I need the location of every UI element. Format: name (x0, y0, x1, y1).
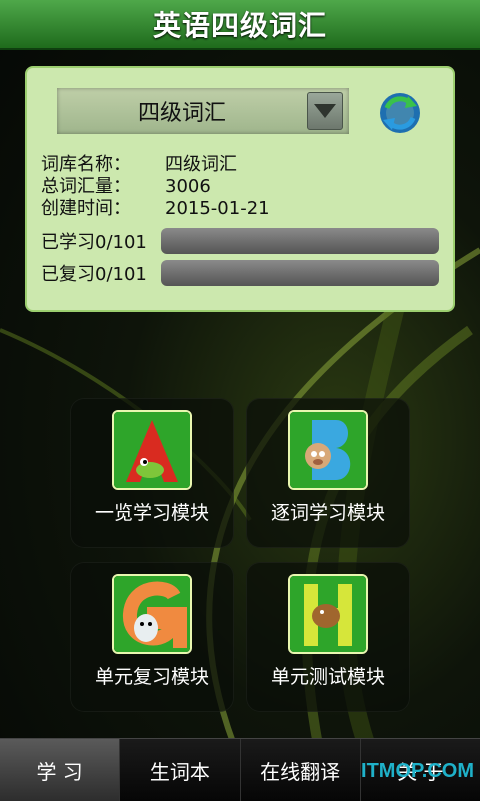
info-value: 2015-01-21 (165, 198, 270, 219)
module-unit-review[interactable]: 单元复习模块 (70, 562, 234, 712)
reviewed-progress-row: 已复习0/101 (41, 260, 439, 286)
title-bar: 英语四级词汇 (0, 0, 480, 50)
info-value: 四级词汇 (165, 154, 237, 175)
learned-label: 已学习0/101 (41, 232, 147, 253)
info-label: 总词汇量： (41, 176, 131, 197)
module-label: 一览学习模块 (94, 502, 209, 524)
letter-a-crocodile-icon (112, 410, 192, 490)
tab-vocab-book[interactable]: 生词本 (119, 739, 240, 801)
module-label: 逐词学习模块 (270, 502, 385, 524)
module-unit-test[interactable]: 单元测试模块 (246, 562, 410, 712)
reviewed-label: 已复习0/101 (41, 264, 147, 285)
letter-b-bear-icon (288, 410, 368, 490)
module-word-study[interactable]: 逐词学习模块 (246, 398, 410, 548)
reviewed-progress-bar (161, 260, 439, 286)
wordbook-details: 词库名称： 四级词汇 总词汇量： 3006 创建时间： 2015-01-21 (41, 154, 270, 220)
learned-progress-row: 已学习0/101 (41, 228, 439, 254)
info-value: 3006 (165, 176, 211, 197)
info-row-created: 创建时间： 2015-01-21 (41, 198, 270, 220)
watermark-text: ITMOP.COM (361, 760, 474, 782)
learned-progress-bar (161, 228, 439, 254)
refresh-icon[interactable] (375, 88, 425, 138)
tab-online-translate[interactable]: 在线翻译 (239, 739, 360, 801)
info-row-name: 词库名称： 四级词汇 (41, 154, 270, 176)
module-label: 单元复习模块 (94, 666, 209, 688)
info-row-total: 总词汇量： 3006 (41, 176, 270, 198)
info-label: 创建时间： (41, 198, 131, 219)
module-overview-study[interactable]: 一览学习模块 (70, 398, 234, 548)
wordbook-select-value: 四级词汇 (137, 101, 226, 126)
app-title: 英语四级词汇 (152, 9, 327, 42)
wordbook-select[interactable]: 四级词汇 (57, 88, 349, 134)
tab-study[interactable]: 学 习 (0, 739, 120, 801)
letter-g-ghost-icon (112, 574, 192, 654)
letter-h-horse-icon (288, 574, 368, 654)
wordbook-info-panel: 四级词汇 词库名称： 四级词汇 总词汇量： 3006 创建时间： 2015-01… (25, 66, 455, 312)
chevron-down-icon[interactable] (307, 92, 343, 130)
info-label: 词库名称： (41, 154, 131, 175)
module-label: 单元测试模块 (270, 666, 385, 688)
